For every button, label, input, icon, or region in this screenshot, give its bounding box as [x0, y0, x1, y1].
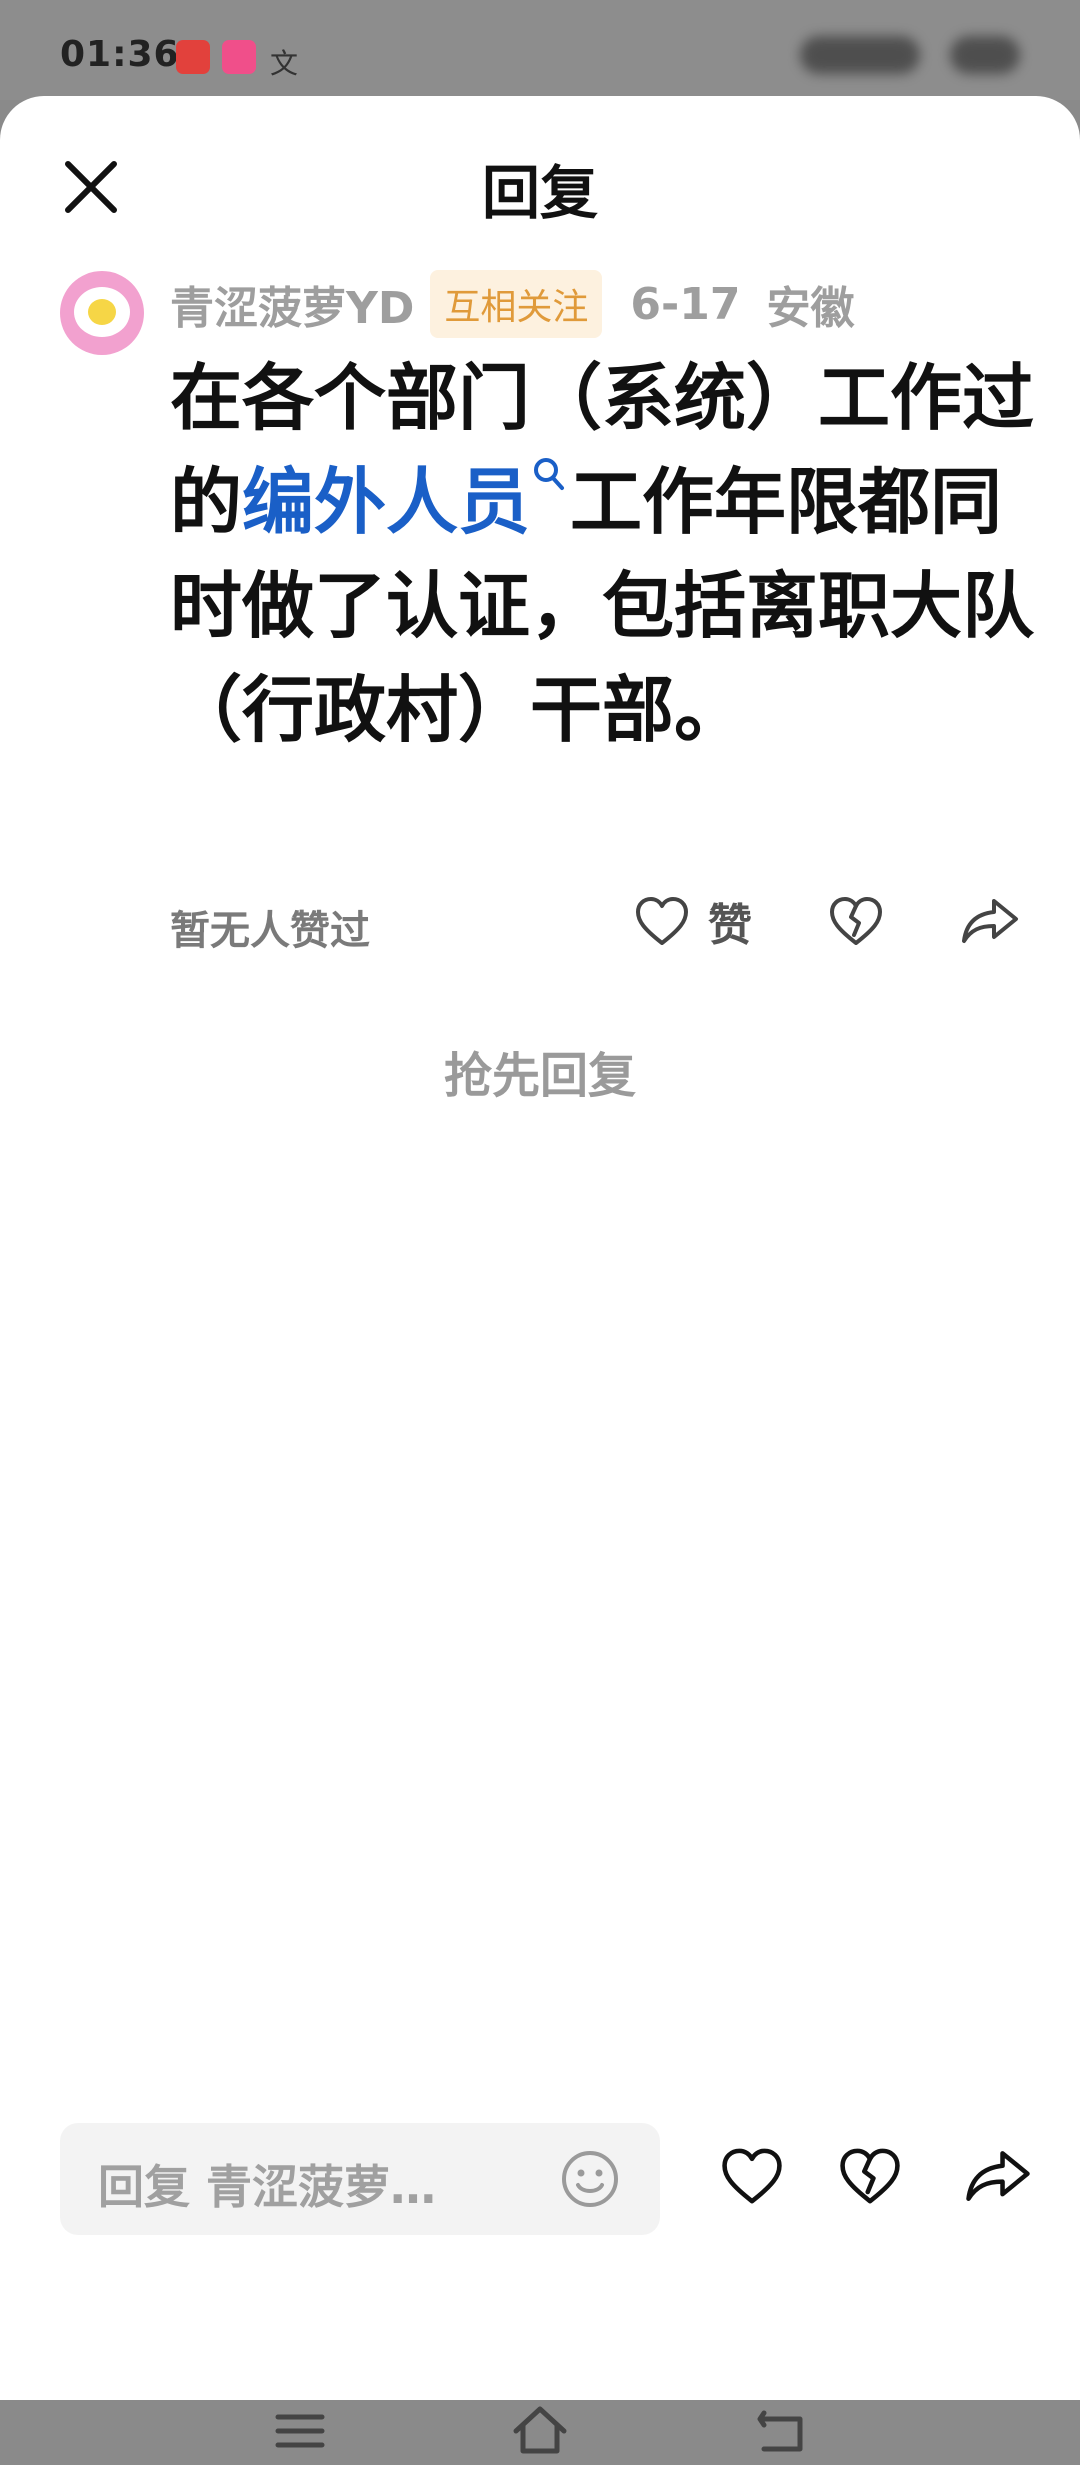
comment-actions: 暂无人赞过 赞: [170, 886, 1040, 956]
status-time: 01:36: [60, 34, 180, 75]
broken-heart-icon: [830, 897, 882, 945]
like-label: 赞: [708, 900, 752, 951]
comment-meta: 青涩菠萝YD 互相关注 6-17 安徽: [170, 270, 855, 338]
nav-back-button[interactable]: [750, 2401, 810, 2461]
username[interactable]: 青涩菠萝YD: [170, 272, 414, 336]
reply-input[interactable]: 回复 青涩菠萝…: [60, 2123, 660, 2235]
search-icon[interactable]: [530, 450, 570, 510]
share-button[interactable]: [960, 886, 1020, 956]
back-icon: [757, 2410, 803, 2452]
nav-home-button[interactable]: [510, 2401, 570, 2461]
nav-menu-button[interactable]: [270, 2401, 330, 2461]
keyword-link[interactable]: 编外人员: [242, 460, 530, 544]
mutual-follow-badge: 互相关注: [430, 270, 603, 338]
emoji-button[interactable]: [560, 2149, 620, 2209]
video-app-icon: [222, 40, 256, 74]
menu-icon: [275, 2414, 325, 2448]
bottom-like-button[interactable]: [720, 2146, 784, 2210]
heart-icon: [722, 2148, 782, 2204]
news-app-icon: [176, 40, 210, 74]
signal-indicators: [800, 36, 920, 74]
no-likes-text: 暂无人赞过: [170, 908, 370, 954]
comment-date: 6-17: [630, 278, 741, 330]
translate-app-icon: 文: [270, 47, 299, 80]
reply-placeholder: 回复 青涩菠萝…: [98, 2160, 437, 2214]
share-icon: [966, 2151, 1030, 2201]
comment-text: 在各个部门（系统）工作过的编外人员 工作年限都同时做了认证，包括离职大队（行政村）…: [170, 346, 1040, 762]
bottom-share-button[interactable]: [964, 2146, 1032, 2210]
share-icon: [962, 899, 1018, 943]
emoji-icon: [562, 2151, 618, 2207]
broken-heart-icon: [840, 2148, 900, 2204]
like-button[interactable]: 赞: [634, 886, 752, 956]
status-bar: 01:36 文: [0, 0, 1080, 100]
reply-sheet: 回复 青涩菠萝YD 互相关注 6-17 安徽 在各个部门（系统）工作过的编外人员…: [0, 96, 1080, 2454]
bottom-dislike-button[interactable]: [838, 2146, 902, 2210]
comment-location: 安徽: [766, 283, 855, 334]
empty-state-text: 抢先回复: [443, 1048, 636, 1104]
avatar[interactable]: [60, 271, 144, 355]
battery-indicator: [950, 36, 1020, 74]
home-icon: [513, 2406, 567, 2454]
heart-icon: [636, 897, 688, 945]
avatar-yolk-graphic: [88, 299, 116, 325]
dislike-button[interactable]: [828, 886, 884, 956]
page-title: 回复: [481, 159, 598, 227]
